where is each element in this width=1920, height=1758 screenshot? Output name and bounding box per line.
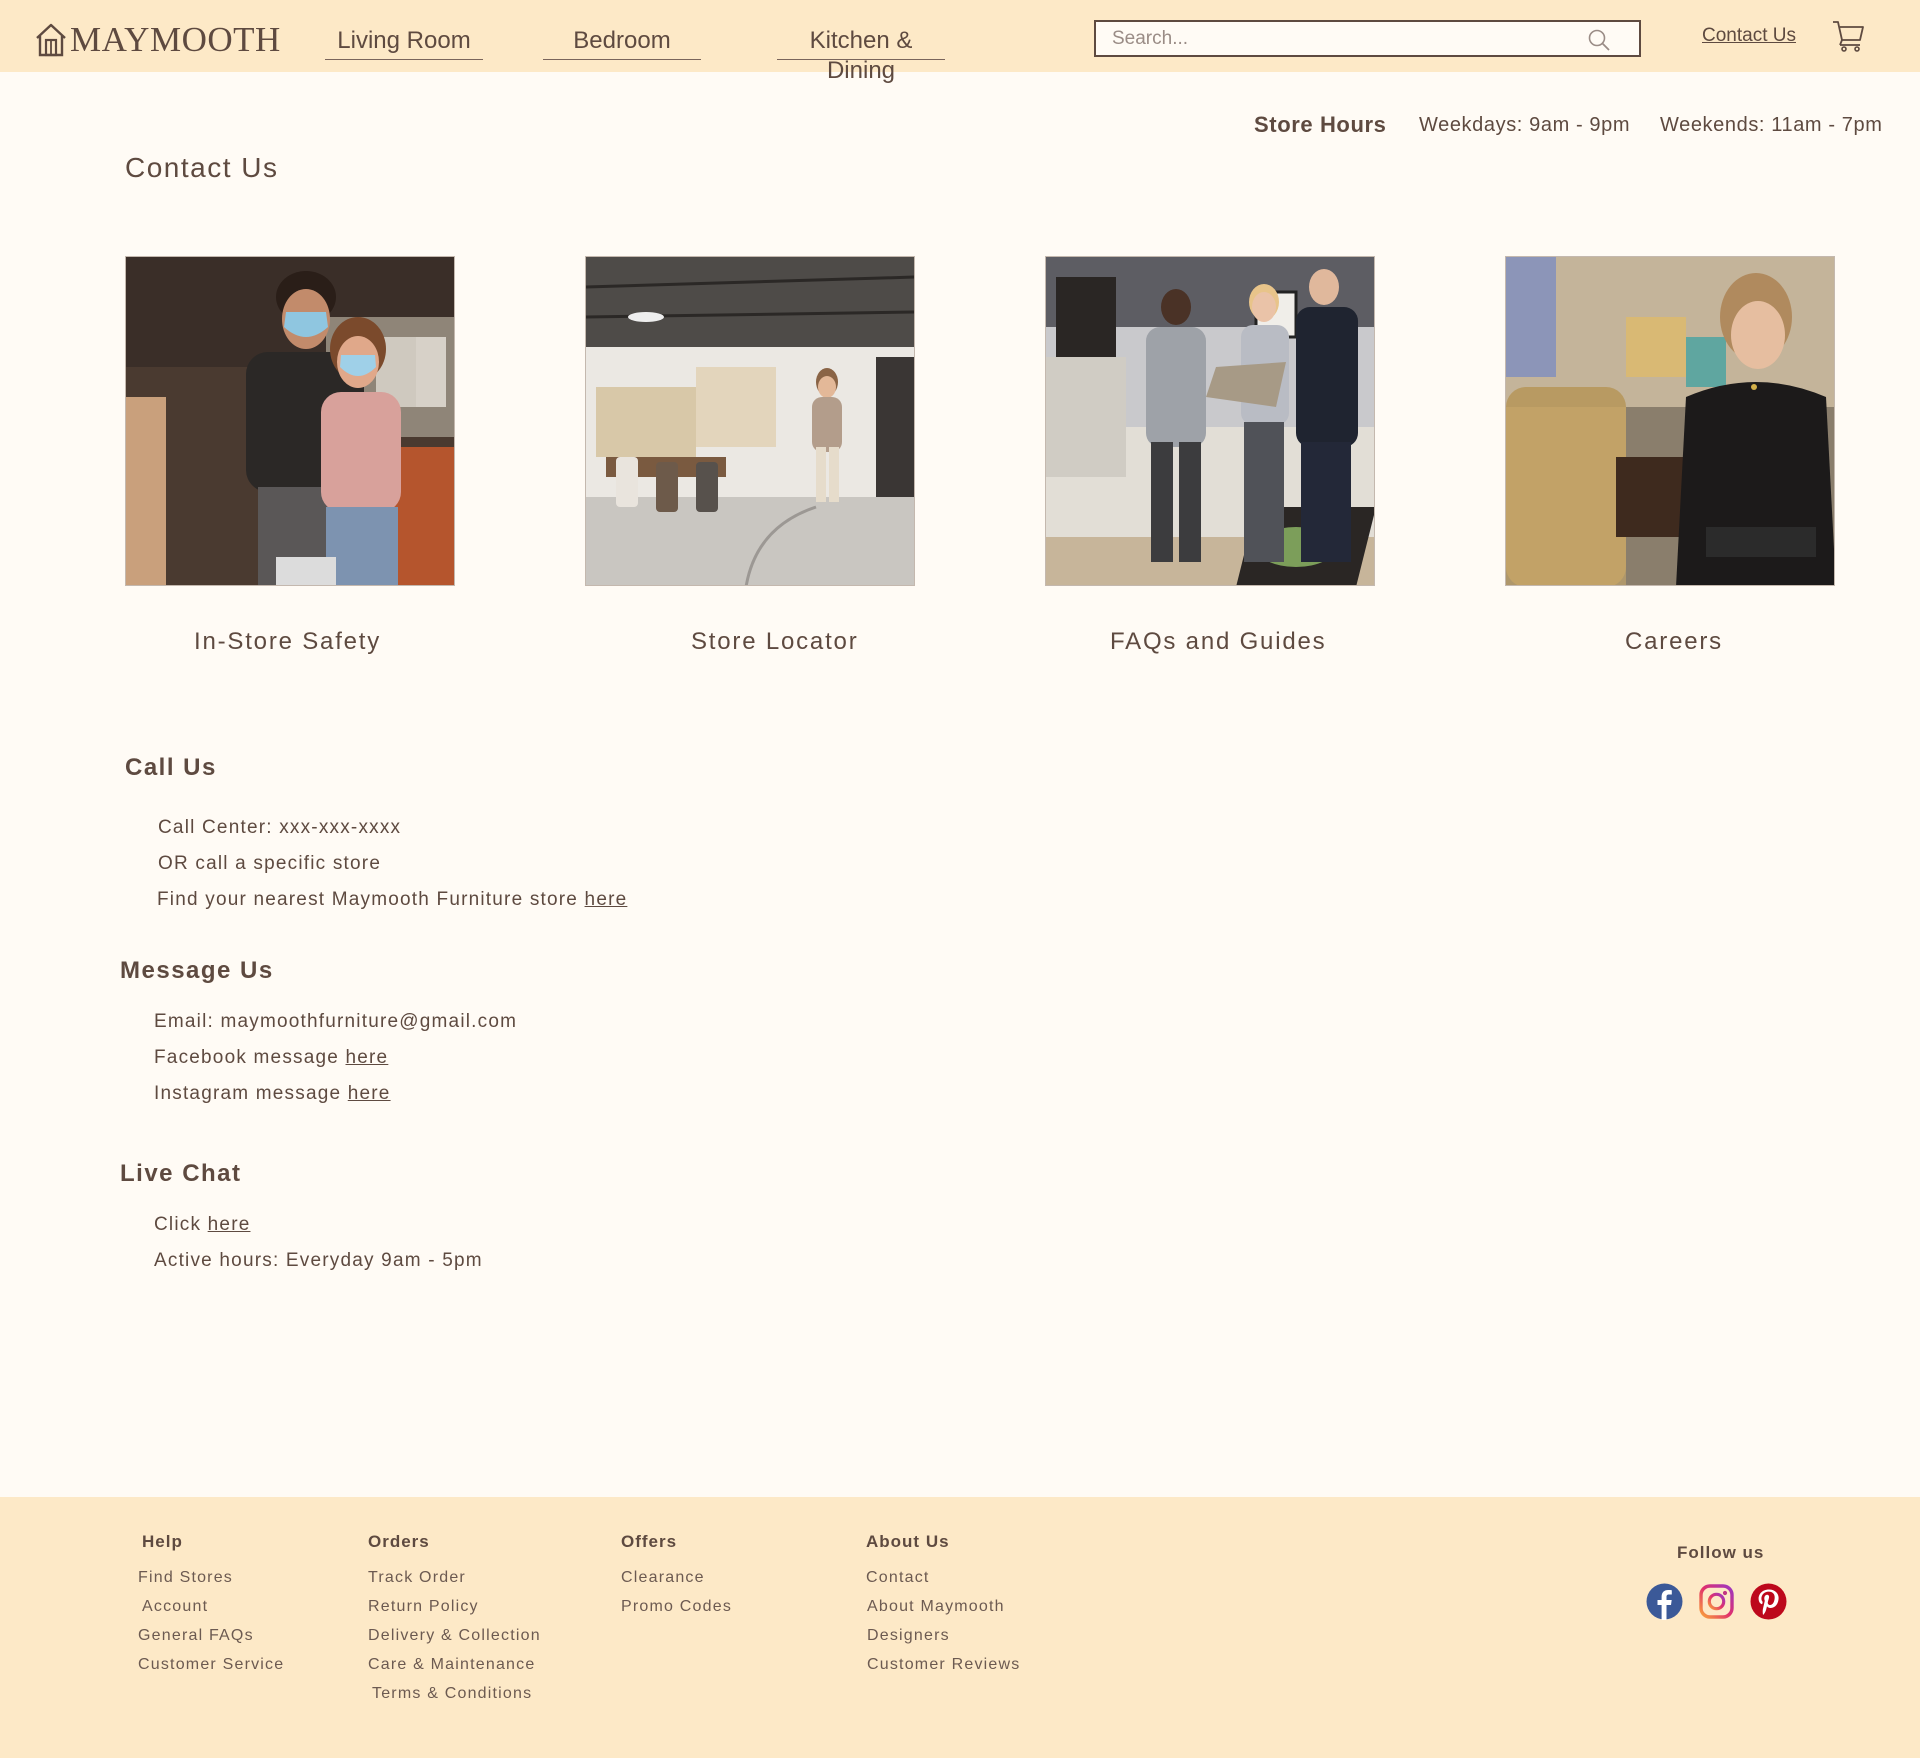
card-label[interactable]: Careers (1625, 628, 1723, 656)
nav-living-room[interactable]: Living Room (325, 26, 483, 60)
instagram-icon[interactable] (1698, 1583, 1735, 1620)
footer-link-delivery-collection[interactable]: Delivery & Collection (368, 1627, 541, 1645)
footer-link-account[interactable]: Account (142, 1598, 208, 1616)
search-input[interactable] (1096, 22, 1639, 55)
live-chat-hours: Active hours: Everyday 9am - 5pm (154, 1250, 483, 1271)
facebook-message-text: Facebook message (154, 1047, 340, 1068)
search-icon[interactable] (1587, 28, 1611, 52)
store-hours-label: Store Hours (1254, 112, 1387, 137)
live-chat-click-line: Click here (154, 1214, 250, 1236)
specific-store-line: OR call a specific store (158, 853, 382, 874)
footer-link-clearance[interactable]: Clearance (621, 1569, 705, 1587)
store-hours-weekdays: Weekdays: 9am - 9pm (1419, 114, 1631, 136)
footer-link-care-maintenance[interactable]: Care & Maintenance (368, 1656, 535, 1674)
call-us-heading: Call Us (125, 754, 217, 781)
card-store-locator[interactable]: Store Locator (585, 256, 915, 655)
footer-link-about-maymooth[interactable]: About Maymooth (867, 1598, 1005, 1616)
instagram-message-text: Instagram message (154, 1083, 342, 1104)
footer-heading-help: Help (142, 1532, 183, 1551)
card-label[interactable]: Store Locator (691, 628, 858, 656)
footer-link-promo-codes[interactable]: Promo Codes (621, 1598, 732, 1616)
cart-icon[interactable] (1832, 18, 1866, 52)
in-store-safety-photo (125, 256, 455, 586)
footer-link-general-faqs[interactable]: General FAQs (138, 1627, 254, 1645)
footer-link-contact[interactable]: Contact (866, 1569, 930, 1587)
follow-us-label: Follow us (1677, 1543, 1765, 1562)
careers-photo (1505, 256, 1835, 586)
card-label[interactable]: FAQs and Guides (1110, 628, 1326, 656)
pinterest-icon[interactable] (1750, 1583, 1787, 1620)
footer-link-customer-service[interactable]: Customer Service (138, 1656, 284, 1674)
page-title: Contact Us (125, 152, 279, 183)
live-chat-heading: Live Chat (120, 1160, 242, 1187)
site-footer (0, 1497, 1920, 1758)
facebook-icon[interactable] (1646, 1583, 1683, 1620)
facebook-message-line: Facebook message here (154, 1047, 388, 1069)
footer-heading-offers: Offers (621, 1532, 678, 1551)
nav-bedroom[interactable]: Bedroom (543, 26, 701, 60)
instagram-message-link[interactable]: here (348, 1083, 391, 1104)
nav-kitchen-dining[interactable]: Kitchen & Dining (777, 26, 945, 84)
live-chat-click-text: Click (154, 1214, 202, 1235)
live-chat-link[interactable]: here (208, 1214, 251, 1235)
footer-link-find-stores[interactable]: Find Stores (138, 1569, 233, 1587)
header-contact-link[interactable]: Contact Us (1702, 25, 1796, 47)
footer-link-designers[interactable]: Designers (867, 1627, 950, 1645)
message-us-heading: Message Us (120, 957, 274, 984)
brand-logo[interactable]: MAYMOOTH (34, 14, 281, 58)
find-store-line: Find your nearest Maymooth Furniture sto… (157, 889, 627, 911)
footer-heading-about-us: About Us (866, 1532, 950, 1551)
card-faqs-and-guides[interactable]: FAQs and Guides (1045, 256, 1375, 655)
footer-link-track-order[interactable]: Track Order (368, 1569, 466, 1587)
footer-link-terms-conditions[interactable]: Terms & Conditions (372, 1685, 532, 1703)
email-line: Email: maymoothfurniture@gmail.com (154, 1011, 518, 1032)
footer-heading-orders: Orders (368, 1532, 430, 1551)
call-center-line: Call Center: xxx-xxx-xxxx (158, 817, 402, 838)
footer-link-customer-reviews[interactable]: Customer Reviews (867, 1656, 1020, 1674)
card-label[interactable]: In-Store Safety (194, 628, 381, 656)
faqs-and-guides-photo (1045, 256, 1375, 586)
find-store-text: Find your nearest Maymooth Furniture sto… (157, 889, 579, 910)
card-careers[interactable]: Careers (1505, 256, 1835, 655)
footer-link-return-policy[interactable]: Return Policy (368, 1598, 479, 1616)
card-in-store-safety[interactable]: In-Store Safety (125, 256, 455, 655)
find-store-link[interactable]: here (585, 889, 628, 910)
house-logo-icon (36, 23, 66, 57)
facebook-message-link[interactable]: here (346, 1047, 389, 1068)
instagram-message-line: Instagram message here (154, 1083, 391, 1105)
brand-name: MAYMOOTH (70, 20, 281, 59)
search-box (1094, 20, 1641, 57)
store-locator-photo (585, 256, 915, 586)
store-hours-weekends: Weekends: 11am - 7pm (1660, 114, 1883, 136)
site-header: MAYMOOTH Living Room Bedroom Kitchen & D… (0, 0, 1920, 84)
